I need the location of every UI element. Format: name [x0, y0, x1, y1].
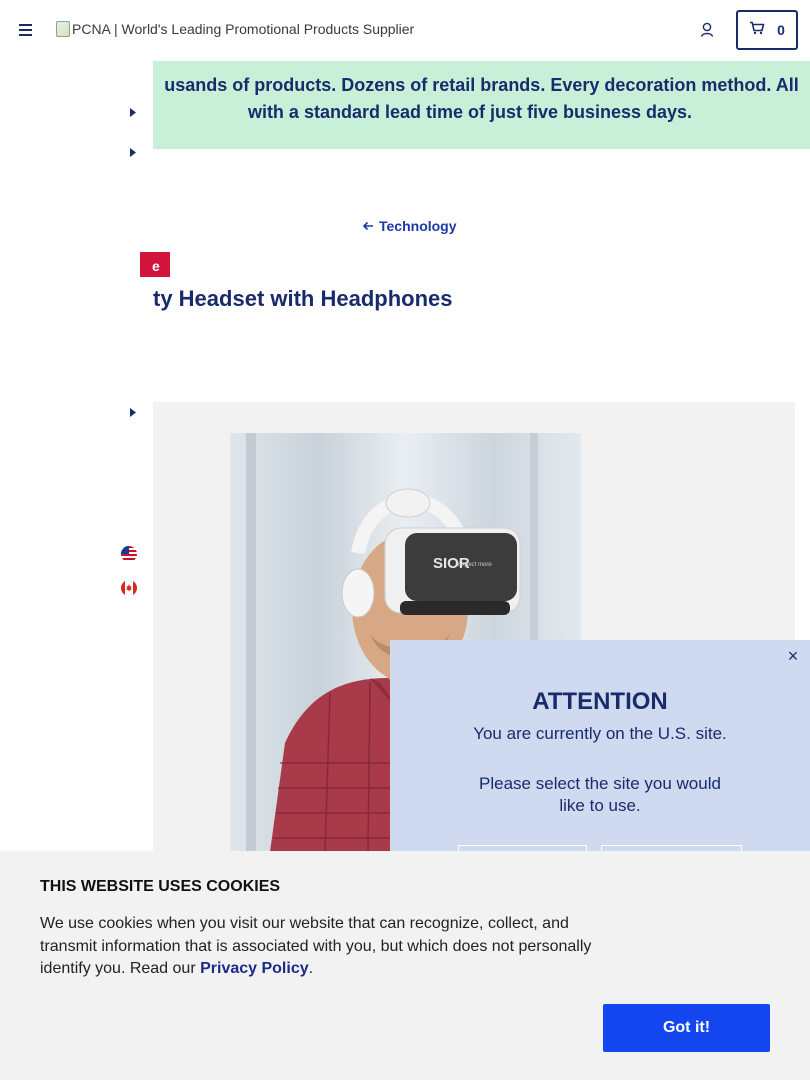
- product-badge: e: [140, 252, 170, 277]
- back-to-category-link[interactable]: Technology: [362, 218, 457, 234]
- cart-count: 0: [777, 22, 785, 38]
- banner-line-1: usands of products. Dozens of retail bra…: [164, 75, 799, 95]
- modal-instruction-text: Please select the site you would like to…: [479, 774, 721, 815]
- banner-line-2: with a standard lead time of just five b…: [247, 102, 693, 122]
- close-icon[interactable]: ×: [786, 647, 800, 665]
- cart-icon: [749, 21, 765, 40]
- ca-flag-icon[interactable]: [121, 580, 137, 596]
- privacy-policy-link[interactable]: Privacy Policy: [200, 960, 309, 977]
- cookie-text: We use cookies when you visit our websit…: [40, 913, 610, 981]
- product-title: ty Headset with Headphones: [153, 286, 453, 311]
- headset-tagline-text: Expect more: [458, 562, 492, 568]
- back-link-label: Technology: [379, 218, 457, 234]
- site-header: PCNA | World's Leading Promotional Produ…: [0, 0, 810, 61]
- user-icon[interactable]: [699, 21, 717, 39]
- accept-cookies-button[interactable]: Got it!: [603, 1004, 770, 1052]
- modal-title: ATTENTION: [532, 688, 668, 715]
- page: PCNA | World's Leading Promotional Produ…: [0, 0, 810, 1080]
- arrow-left-icon: [362, 218, 374, 234]
- caret-right-icon[interactable]: [130, 148, 136, 157]
- modal-current-site-text: You are currently on the U.S. site.: [473, 724, 727, 743]
- cookie-body-text: We use cookies when you visit our websit…: [40, 915, 592, 977]
- caret-right-icon[interactable]: [130, 408, 136, 417]
- hamburger-icon[interactable]: [19, 20, 37, 40]
- cookie-text-end: .: [308, 960, 314, 977]
- cookie-title: THIS WEBSITE USES COOKIES: [40, 878, 281, 895]
- logo-alt-text: PCNA | World's Leading Promotional Produ…: [72, 21, 415, 37]
- cart-button[interactable]: 0: [736, 10, 798, 50]
- site-logo[interactable]: PCNA | World's Leading Promotional Produ…: [56, 21, 414, 37]
- promo-banner: usands of products. Dozens of retail bra…: [153, 61, 810, 149]
- caret-right-icon[interactable]: [130, 108, 136, 117]
- us-flag-icon[interactable]: [121, 546, 137, 562]
- broken-image-icon: [56, 21, 70, 37]
